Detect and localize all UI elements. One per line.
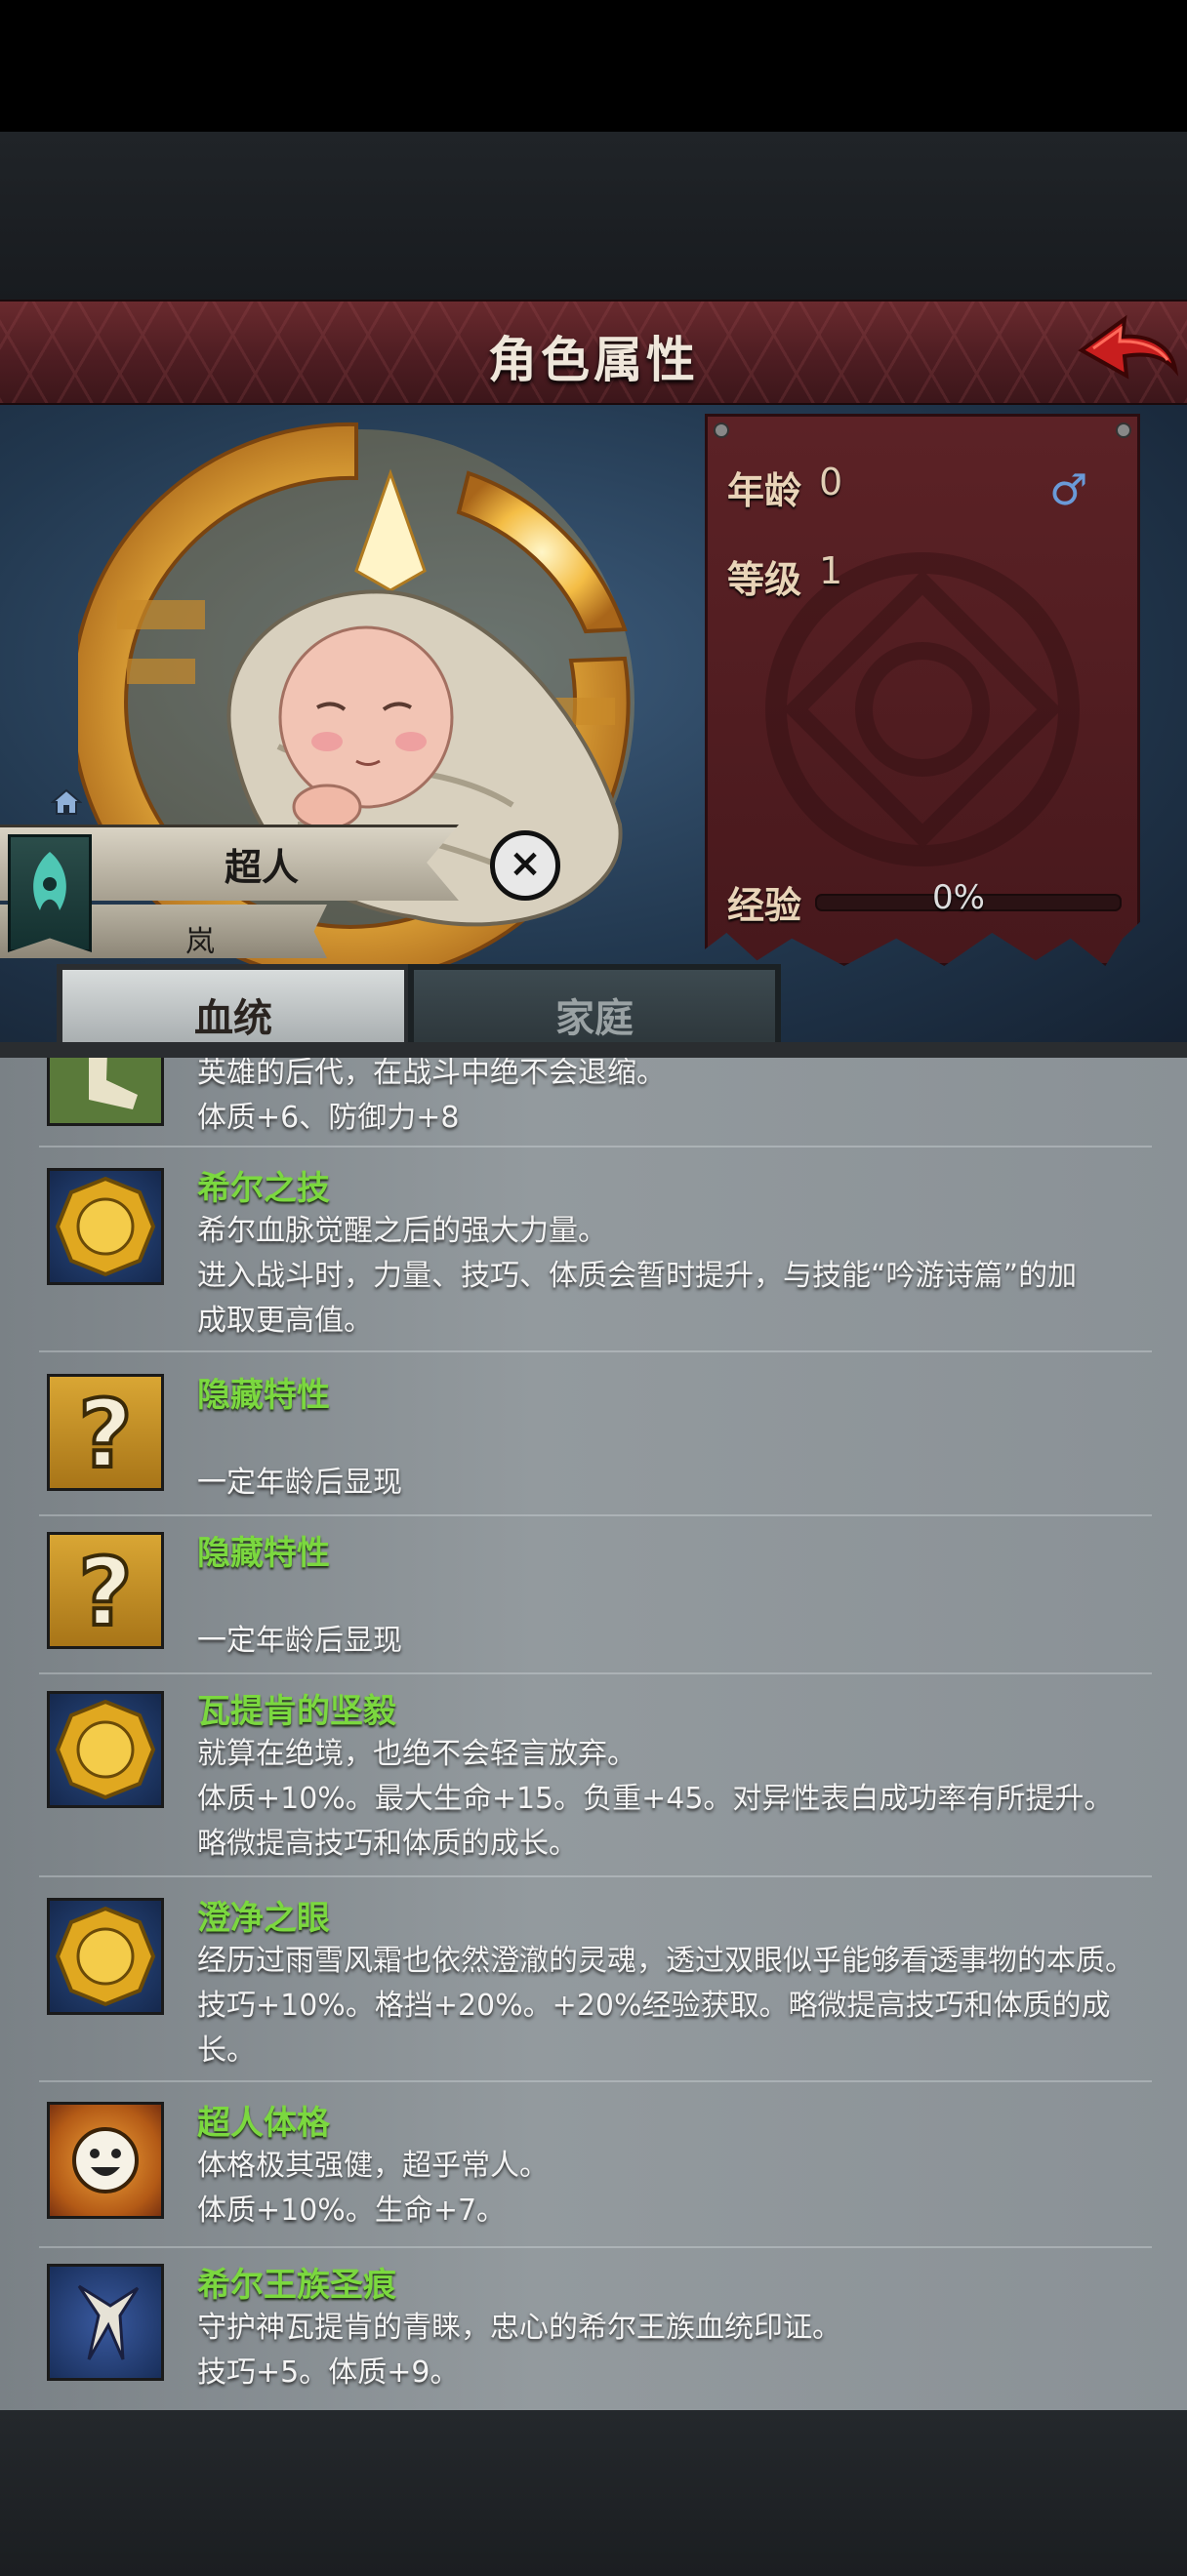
trait-name: 隐藏特性 <box>197 1534 330 1573</box>
rivet <box>714 423 729 438</box>
age-value: 0 <box>819 461 843 503</box>
divider <box>39 1875 1152 1877</box>
trait-description: 体质+10%。生命+7。 <box>197 2194 507 2228</box>
divider <box>39 1350 1152 1352</box>
trait-description: 守护神瓦提肯的青睐，忠心的希尔王族血统印证。 <box>197 2311 841 2345</box>
gold-coin-icon <box>47 1898 164 2015</box>
svg-text:?: ? <box>78 1538 133 1646</box>
trait-description: 技巧+5。体质+9。 <box>197 2355 460 2390</box>
age-label: 年龄 <box>727 469 802 512</box>
trait-description: 英雄的后代，在战斗中绝不会退缩。 <box>197 1058 666 1090</box>
trait-description: 技巧+10%。格挡+20%。+20%经验获取。略微提高技巧和体质的成 <box>197 1989 1111 2023</box>
trait-name: 超人体格 <box>197 2104 330 2143</box>
top-backdrop <box>0 132 1187 300</box>
level-label: 等级 <box>727 558 802 601</box>
divider <box>39 1146 1152 1147</box>
trait-description: 一定年龄后显现 <box>197 1624 402 1658</box>
trait-description: 希尔血脉觉醒之后的强大力量。 <box>197 1214 607 1248</box>
trait-name: 希尔之技 <box>197 1169 330 1208</box>
trait-description: 进入战斗时，力量、技巧、体质会暂时提升，与技能“吟游诗篇”的加 <box>197 1259 1078 1293</box>
trait-name: 希尔王族圣痕 <box>197 2266 396 2305</box>
trait-description: 体质+10%。最大生命+15。负重+45。对异性表白成功率有所提升。 <box>197 1782 1114 1816</box>
male-gender-icon: ♂ <box>1049 465 1088 515</box>
trait-description: 一定年龄后显现 <box>197 1466 402 1500</box>
celtic-knot-ornament <box>765 552 1080 866</box>
question-icon: ? <box>47 1532 164 1649</box>
trait-name: 澄净之眼 <box>197 1899 330 1938</box>
trait-name: 隐藏特性 <box>197 1376 330 1415</box>
bottom-backdrop <box>0 2410 1187 2576</box>
leg-icon <box>47 1058 164 1126</box>
trait-description: 成取更高值。 <box>197 1304 373 1338</box>
gold-coin-icon <box>47 1691 164 1808</box>
trait-description: 体质+6、防御力+8 <box>197 1101 460 1135</box>
svg-text:?: ? <box>78 1380 133 1488</box>
character-sub-label: 岚 <box>185 925 215 959</box>
tab-strip <box>0 1042 1187 1058</box>
divider <box>39 2080 1152 2082</box>
trait-name: 瓦提肯的坚毅 <box>197 1692 396 1731</box>
divider <box>39 2246 1152 2248</box>
title-bar: 角色属性 <box>0 300 1187 407</box>
level-value: 1 <box>819 549 843 592</box>
character-name: 超人 <box>225 846 300 889</box>
trait-description: 体格极其强健，超乎常人。 <box>197 2149 549 2183</box>
status-bar <box>0 0 1187 132</box>
clan-banner-icon <box>8 834 92 952</box>
trait-description: 经历过雨雪风霜也依然澄澈的灵魂，透过双眼似乎能够看透事物的本质。 <box>197 1944 1134 1978</box>
back-arrow-icon[interactable] <box>1074 309 1181 397</box>
divider <box>39 1514 1152 1516</box>
trait-list[interactable]: 英雄的后代，在战斗中绝不会退缩。 体质+6、防御力+8 希尔之技 希尔血脉觉醒之… <box>0 1058 1187 2410</box>
gold-coin-icon <box>47 1168 164 1285</box>
claw-crest-icon <box>47 2264 164 2381</box>
house-icon <box>51 788 82 815</box>
question-icon: ? <box>47 1374 164 1491</box>
exp-label: 经验 <box>727 884 802 927</box>
stats-panel: 年龄 0 ♂ 等级 1 经验 0% <box>705 414 1140 966</box>
exp-percent: 0% <box>932 878 985 917</box>
trait-description: 就算在绝境，也绝不会轻言放弃。 <box>197 1737 636 1771</box>
divider <box>39 1672 1152 1674</box>
trait-description: 长。 <box>197 2033 256 2068</box>
trait-description: 略微提高技巧和体质的成长。 <box>197 1827 578 1861</box>
rivet <box>1116 423 1131 438</box>
close-button[interactable]: × <box>490 830 560 901</box>
smiley-sun-icon <box>47 2102 164 2219</box>
page-title: 角色属性 <box>488 332 699 388</box>
